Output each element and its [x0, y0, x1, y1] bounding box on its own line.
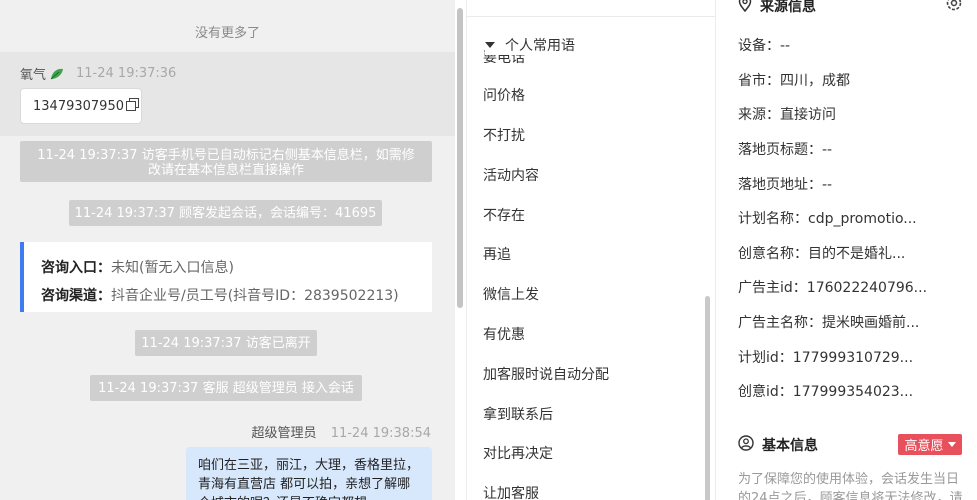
info-label: 创意名称：: [738, 246, 808, 262]
agent-message-bubble: 咱们在三亚，丽江，大理，香格里拉，青海有直营店 都可以拍，亲想了解哪个城市的呢？…: [186, 447, 432, 500]
chevron-down-icon: [947, 442, 956, 447]
divider: [467, 16, 715, 17]
consult-entry-value: 未知(暂无入口信息): [111, 260, 234, 276]
phrase-item[interactable]: 活动内容: [483, 165, 539, 185]
visitor-name: 氧气: [20, 68, 47, 83]
consult-channel-value: 抖音企业号/员工号(抖音号ID：2839502213): [111, 288, 399, 304]
phrase-item[interactable]: 不打扰: [483, 125, 525, 145]
source-info-title: 来源信息: [760, 0, 816, 15]
info-label: 计划id：: [738, 350, 793, 366]
info-row-city: 省市：四川，成都: [738, 70, 850, 90]
phrase-item[interactable]: 对比再决定: [483, 443, 553, 463]
cut-off-header-row: ·: [0, 0, 440, 8]
info-row-advertiser-name: 广告主名称：提米映画婚前...: [738, 312, 919, 332]
info-value: 176022240796...: [806, 280, 928, 296]
info-value: 177999310729...: [792, 350, 914, 366]
info-row-creative-name: 创意名称：目的不是婚礼...: [738, 243, 905, 263]
source-info-header: 来源信息: [738, 0, 816, 16]
info-label: 计划名称：: [738, 211, 808, 227]
system-message: 11-24 19:37:37 访客手机号已自动标记右侧基本信息栏，如需修改请在基…: [20, 141, 432, 182]
phrase-item[interactable]: 加客服时说自动分配: [483, 364, 609, 384]
cut-off-text: ·: [48, 0, 52, 6]
intent-level-value: 高意愿: [904, 439, 944, 454]
info-label: 落地页地址：: [738, 177, 822, 193]
info-value: --: [780, 38, 791, 54]
phrase-group-header[interactable]: 个人常用语: [485, 35, 575, 55]
caret-down-icon: [485, 42, 495, 48]
consult-channel-label: 咨询渠道：: [41, 288, 111, 304]
agent-sender-line: 超级管理员 11-24 19:38:54: [252, 422, 431, 441]
app-root: · 没有更多了 氧气 11-24 19:37:36 13479307950 11…: [0, 0, 977, 500]
system-message: 11-24 19:37:37 客服 超级管理员 接入会话: [90, 375, 362, 401]
info-row-plan-id: 计划id：177999310729...: [738, 347, 913, 367]
system-message: 11-24 19:37:37 访客已离开: [135, 330, 317, 356]
phrase-item[interactable]: 问价格: [483, 85, 525, 105]
info-label: 来源：: [738, 107, 780, 123]
phrase-group-title: 个人常用语: [505, 38, 575, 54]
info-label: 设备：: [738, 38, 780, 54]
info-value: --: [822, 142, 833, 158]
basic-info-header: 基本信息: [738, 435, 818, 455]
agent-message-time: 11-24 19:38:54: [330, 426, 431, 441]
phrase-item[interactable]: 微信上发: [483, 284, 539, 304]
no-more-label: 没有更多了: [194, 26, 260, 41]
info-row-advertiser-id: 广告主id：176022240796...: [738, 277, 927, 297]
info-label: 广告主名称：: [738, 315, 822, 331]
basic-info-note: 为了保障您的使用体验，会话发生当日的24点之后，顾客信息将无法修改，请: [738, 472, 963, 500]
common-phrases-panel: 要电话 个人常用语 问价格 不打扰 活动内容 不存在 再追 微信上发 有优惠 加…: [466, 0, 716, 500]
info-value: 四川，成都: [780, 73, 850, 89]
phrase-item[interactable]: 让加客服: [483, 483, 539, 500]
phrase-item[interactable]: 再追: [483, 244, 511, 264]
info-value: 目的不是婚礼...: [808, 246, 906, 262]
info-row-landing-url: 落地页地址：--: [738, 174, 832, 194]
consult-entry-label: 咨询入口：: [41, 260, 111, 276]
info-value: 提米映画婚前...: [822, 315, 920, 331]
chat-panel: · 没有更多了 氧气 11-24 19:37:36 13479307950 11…: [0, 0, 455, 500]
info-value: cdp_promotio...: [808, 211, 917, 227]
consult-info-card: 咨询入口：未知(暂无入口信息) 咨询渠道：抖音企业号/员工号(抖音号ID：283…: [20, 242, 432, 312]
leaf-icon: [50, 68, 64, 80]
info-value: 177999354023...: [792, 384, 914, 400]
info-value: --: [822, 177, 833, 193]
phrases-scrollbar[interactable]: [705, 296, 710, 500]
info-row-plan-name: 计划名称：cdp_promotio...: [738, 208, 917, 228]
phone-number-text: 13479307950: [33, 98, 124, 114]
info-row-source: 来源：直接访问: [738, 104, 836, 124]
consult-entry-line: 咨询入口：未知(暂无入口信息): [41, 254, 432, 282]
system-message: 11-24 19:37:37 顾客发起会话，会话编号：41695: [69, 200, 382, 226]
agent-name: 超级管理员: [251, 426, 317, 441]
info-value: 直接访问: [780, 107, 836, 123]
copy-icon[interactable]: [125, 97, 139, 115]
phone-number-bubble[interactable]: 13479307950: [20, 88, 142, 124]
info-row-creative-id: 创意id：177999354023...: [738, 381, 913, 401]
phrase-item[interactable]: 拿到联系后: [483, 404, 553, 424]
basic-info-title: 基本信息: [762, 438, 818, 454]
info-row-landing-title: 落地页标题：--: [738, 139, 832, 159]
phrase-item[interactable]: 有优惠: [483, 324, 525, 344]
visitor-message-time: 11-24 19:37:36: [76, 66, 177, 81]
info-label: 创意id：: [738, 384, 793, 400]
consult-channel-line: 咨询渠道：抖音企业号/员工号(抖音号ID：2839502213): [41, 282, 432, 310]
info-label: 广告主id：: [738, 280, 807, 296]
intent-level-dropdown[interactable]: 高意愿: [898, 434, 962, 455]
phrase-item[interactable]: 不存在: [483, 205, 525, 225]
info-label: 落地页标题：: [738, 142, 822, 158]
visitor-sender-line: 氧气 11-24 19:37:36: [20, 64, 176, 83]
info-row-device: 设备：--: [738, 35, 790, 55]
location-pin-icon: [738, 0, 752, 16]
user-circle-icon: [738, 435, 754, 455]
info-label: 省市：: [738, 73, 780, 89]
customer-info-panel: 来源信息 设备：-- 省市：四川，成都 来源：直接访问 落地页标题：-- 落地页…: [718, 0, 977, 500]
chat-scrollbar[interactable]: [457, 8, 463, 308]
settings-icon[interactable]: [945, 0, 963, 16]
